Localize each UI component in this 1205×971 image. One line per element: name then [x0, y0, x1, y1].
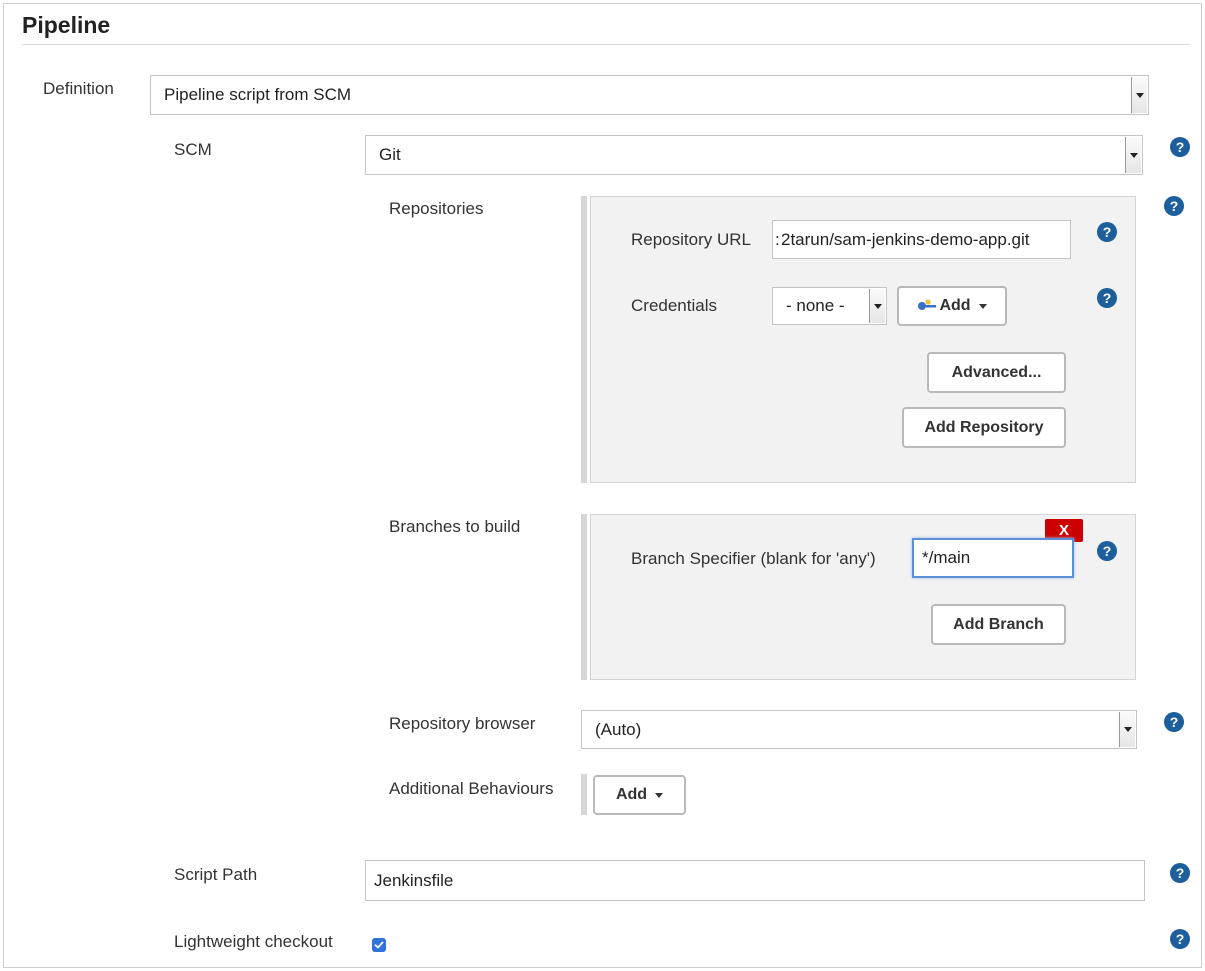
repository-url-value: 2tarun/sam-jenkins-demo-app.git	[781, 229, 1030, 249]
repository-url-input[interactable]: :2tarun/sam-jenkins-demo-app.git	[772, 220, 1071, 259]
repository-browser-label: Repository browser	[389, 714, 536, 733]
script-path-value: Jenkinsfile	[374, 870, 454, 890]
add-repository-button[interactable]: Add Repository	[902, 407, 1066, 448]
help-icon[interactable]: ?	[1097, 541, 1117, 561]
additional-behaviours-add-button[interactable]: Add	[593, 775, 686, 815]
scm-select[interactable]: Git	[365, 135, 1143, 175]
chevron-down-icon	[655, 792, 664, 798]
credentials-add-button[interactable]: Add	[897, 286, 1007, 326]
repository-browser-value: (Auto)	[595, 719, 642, 739]
additional-behaviours-label: Additional Behaviours	[389, 779, 554, 798]
branch-specifier-label: Branch Specifier (blank for 'any')	[631, 549, 876, 568]
section-title: Pipeline	[22, 12, 111, 38]
key-icon	[917, 299, 937, 313]
repository-url-label: Repository URL	[631, 230, 751, 249]
credentials-select-value: - none -	[786, 296, 845, 315]
help-icon[interactable]: ?	[1170, 929, 1190, 949]
repositories-panel-bar	[581, 196, 587, 483]
branches-panel-bar	[581, 514, 587, 680]
credentials-add-label: Add	[939, 297, 971, 314]
chevron-down-icon	[1131, 77, 1147, 113]
lightweight-checkout-checkbox[interactable]	[372, 938, 386, 952]
help-icon[interactable]: ?	[1164, 196, 1184, 216]
definition-label: Definition	[43, 79, 114, 98]
repositories-label: Repositories	[389, 199, 484, 218]
additional-behaviours-bar	[581, 774, 587, 815]
scm-label: SCM	[174, 140, 212, 159]
chevron-down-icon	[978, 303, 987, 309]
chevron-down-icon	[1125, 137, 1141, 173]
credentials-select[interactable]: - none -	[772, 287, 887, 325]
repository-browser-select[interactable]: (Auto)	[581, 710, 1137, 749]
chevron-down-icon	[1119, 712, 1135, 747]
additional-behaviours-add-label: Add	[615, 786, 648, 803]
branch-specifier-value: */main	[922, 548, 971, 567]
help-icon[interactable]: ?	[1170, 137, 1190, 157]
chevron-down-icon	[869, 289, 885, 323]
script-path-label: Script Path	[174, 865, 258, 884]
definition-select-value: Pipeline script from SCM	[164, 85, 352, 104]
help-icon[interactable]: ?	[1097, 222, 1117, 242]
definition-select[interactable]: Pipeline script from SCM	[150, 75, 1149, 115]
scm-select-value: Git	[379, 145, 401, 164]
script-path-input[interactable]: Jenkinsfile	[365, 860, 1145, 901]
lightweight-checkout-label: Lightweight checkout	[174, 932, 333, 951]
section-divider	[22, 44, 1190, 45]
credentials-label: Credentials	[631, 296, 717, 315]
check-icon	[374, 941, 384, 949]
help-icon[interactable]: ?	[1097, 288, 1117, 308]
advanced-button[interactable]: Advanced...	[927, 352, 1066, 393]
branches-label: Branches to build	[389, 517, 521, 536]
branch-specifier-input[interactable]: */main	[912, 538, 1074, 578]
help-icon[interactable]: ?	[1164, 712, 1184, 732]
add-branch-button[interactable]: Add Branch	[931, 604, 1066, 645]
help-icon[interactable]: ?	[1170, 863, 1190, 883]
